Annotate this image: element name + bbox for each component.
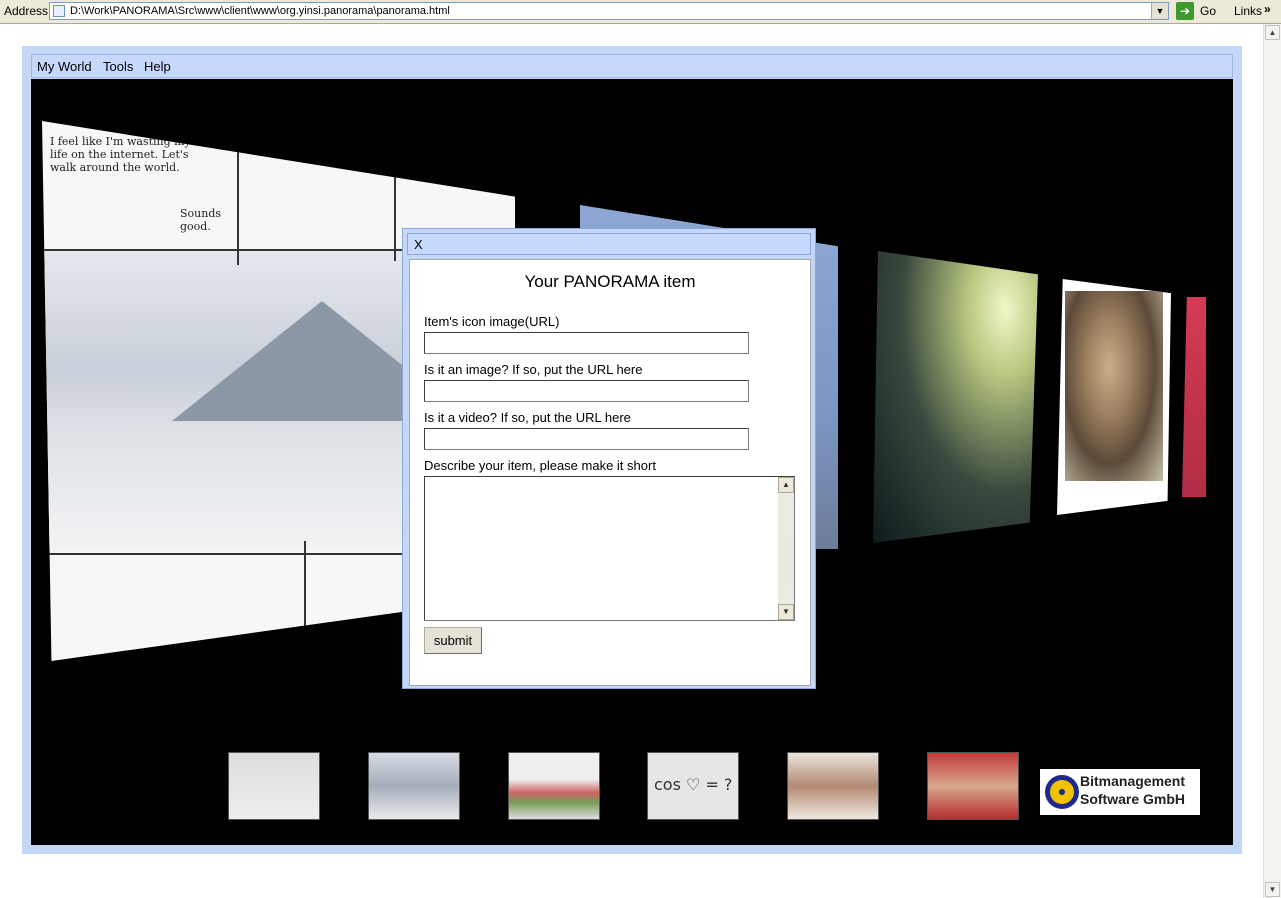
logo-line1: Bitmanagement	[1080, 773, 1186, 789]
comic-text: I feel like I'm wasting my life on the i…	[50, 135, 191, 174]
thumbnail[interactable]	[368, 752, 460, 820]
comic-divider	[237, 145, 239, 265]
menu-bar: My World Tools Help	[31, 54, 1233, 78]
thumbnail[interactable]	[927, 752, 1019, 820]
menu-help[interactable]: Help	[144, 59, 171, 74]
links-button[interactable]: Links	[1234, 4, 1262, 18]
description-label: Describe your item, please make it short	[424, 458, 656, 473]
scroll-up-icon[interactable]: ▲	[1265, 25, 1280, 40]
logo-line2: Software GmbH	[1080, 791, 1186, 807]
comic-text: Sounds good.	[180, 207, 222, 233]
scroll-up-icon[interactable]: ▲	[778, 477, 794, 493]
red-panel[interactable]	[1182, 297, 1206, 497]
page-scrollbar[interactable]: ▲ ▼	[1263, 24, 1281, 898]
go-arrow-icon: ➔	[1176, 2, 1194, 20]
icon-url-input[interactable]	[424, 332, 749, 354]
logo-ring-icon	[1045, 775, 1079, 809]
submit-button[interactable]: submit	[424, 627, 482, 654]
comic-divider	[394, 161, 396, 261]
dialog-body: Your PANORAMA item Item's icon image(URL…	[409, 259, 811, 686]
close-button[interactable]: X	[414, 237, 423, 252]
address-label: Address	[4, 4, 49, 18]
video-url-label: Is it a video? If so, put the URL here	[424, 410, 631, 425]
thumbnail-equation: cos ♡ = ?	[654, 775, 733, 794]
scroll-down-icon[interactable]: ▼	[778, 604, 794, 620]
dialog-titlebar[interactable]: X	[407, 233, 811, 255]
menu-my-world[interactable]: My World	[37, 59, 92, 74]
go-label: Go	[1200, 4, 1217, 18]
thumbnail[interactable]	[508, 752, 600, 820]
item-dialog: X Your PANORAMA item Item's icon image(U…	[402, 228, 816, 689]
robot-panel[interactable]	[873, 251, 1038, 543]
address-input[interactable]: D:\Work\PANORAMA\Src\www\client\www\org.…	[49, 2, 1169, 20]
cat-panel[interactable]	[1057, 279, 1171, 515]
links-chevron-icon[interactable]: »	[1264, 2, 1271, 16]
video-url-input[interactable]	[424, 428, 749, 450]
address-bar: Address D:\Work\PANORAMA\Src\www\client\…	[0, 0, 1281, 24]
menu-tools[interactable]: Tools	[103, 59, 133, 74]
textarea-scrollbar[interactable]: ▲ ▼	[778, 477, 794, 620]
description-textarea[interactable]: ▲ ▼	[424, 476, 795, 621]
image-url-label: Is it an image? If so, put the URL here	[424, 362, 643, 377]
thumbnail[interactable]	[228, 752, 320, 820]
image-url-input[interactable]	[424, 380, 749, 402]
chevron-down-icon[interactable]: ▼	[1151, 3, 1168, 19]
bitmanagement-logo: Bitmanagement Software GmbH	[1040, 769, 1200, 815]
icon-url-label: Item's icon image(URL)	[424, 314, 560, 329]
dialog-heading: Your PANORAMA item	[524, 272, 696, 291]
thumbnail[interactable]: cos ♡ = ?	[647, 752, 739, 820]
comic-divider	[304, 541, 306, 641]
page-icon	[53, 5, 65, 17]
thumbnail[interactable]	[787, 752, 879, 820]
address-url: D:\Work\PANORAMA\Src\www\client\www\org.…	[70, 5, 450, 17]
scroll-down-icon[interactable]: ▼	[1265, 882, 1280, 897]
cat-photo	[1065, 291, 1163, 481]
